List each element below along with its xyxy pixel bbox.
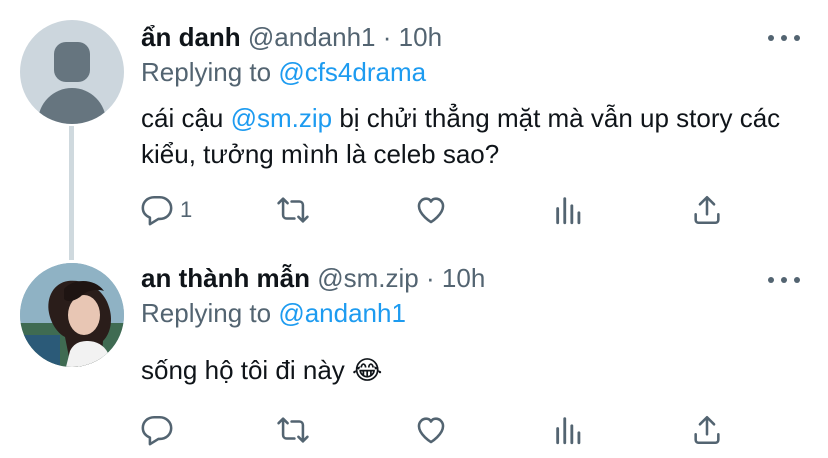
tweet-text: sống hộ tôi đi này 😂 bbox=[141, 355, 383, 385]
analytics-button[interactable] bbox=[552, 410, 586, 450]
more-options-button[interactable] bbox=[768, 28, 800, 48]
replying-prefix: Replying to bbox=[141, 57, 272, 87]
portrait-image bbox=[20, 263, 124, 367]
share-icon bbox=[694, 195, 720, 225]
default-avatar[interactable] bbox=[20, 20, 124, 124]
share-icon bbox=[694, 415, 720, 445]
timestamp[interactable]: 10h bbox=[399, 22, 442, 52]
tweet-text-start: cái cậu bbox=[141, 103, 231, 133]
tweet-anonymous[interactable]: ẩn danh @andanh1 · 10h Replying to @cfs4… bbox=[0, 0, 828, 250]
thread-connector-line bbox=[69, 126, 74, 260]
retweet-button[interactable] bbox=[276, 410, 310, 450]
like-button[interactable] bbox=[414, 190, 448, 230]
avatar-head-shape bbox=[54, 42, 90, 82]
profile-photo-avatar[interactable] bbox=[20, 263, 124, 367]
separator-dot: · bbox=[426, 263, 435, 293]
timestamp[interactable]: 10h bbox=[442, 263, 485, 293]
like-icon bbox=[417, 417, 445, 444]
tweet-actions bbox=[0, 410, 828, 450]
separator-dot: · bbox=[382, 22, 392, 52]
reply-button[interactable] bbox=[140, 410, 174, 450]
display-name[interactable]: an thành mẫn bbox=[141, 263, 310, 293]
tweet-actions: 1 bbox=[0, 190, 828, 230]
user-handle[interactable]: @andanh1 bbox=[248, 22, 376, 52]
analytics-icon bbox=[556, 197, 581, 225]
like-button[interactable] bbox=[414, 410, 448, 450]
reply-icon bbox=[141, 195, 173, 226]
tweet-header: ẩn danh @andanh1 · 10h bbox=[141, 21, 442, 53]
retweet-icon bbox=[277, 417, 309, 443]
share-button[interactable] bbox=[690, 190, 724, 230]
share-button[interactable] bbox=[690, 410, 724, 450]
replying-to-link[interactable]: @cfs4drama bbox=[278, 57, 426, 87]
more-options-button[interactable] bbox=[768, 270, 800, 290]
replying-to-link[interactable]: @andanh1 bbox=[278, 298, 406, 328]
display-name[interactable]: ẩn danh bbox=[141, 22, 241, 52]
user-handle[interactable]: @sm.zip bbox=[317, 263, 419, 293]
replying-prefix: Replying to bbox=[141, 298, 272, 328]
like-icon bbox=[417, 197, 445, 224]
analytics-button[interactable] bbox=[552, 190, 586, 230]
reply-icon bbox=[141, 415, 173, 446]
analytics-icon bbox=[556, 417, 581, 445]
reply-count: 1 bbox=[180, 197, 193, 222]
tweet-header: an thành mẫn @sm.zip · 10h bbox=[141, 262, 485, 294]
avatar-body-shape bbox=[38, 88, 106, 124]
mention-link[interactable]: @sm.zip bbox=[231, 103, 333, 133]
replying-to-line: Replying to @cfs4drama bbox=[141, 56, 426, 88]
tweet-reply[interactable]: an thành mẫn @sm.zip · 10h Replying to @… bbox=[0, 250, 828, 458]
more-icon bbox=[768, 35, 774, 41]
retweet-icon bbox=[277, 197, 309, 223]
reply-button[interactable]: 1 bbox=[140, 190, 192, 230]
more-icon bbox=[768, 277, 774, 283]
tweet-text: cái cậu @sm.zip bị chửi thẳng mặt mà vẫn… bbox=[141, 100, 801, 172]
retweet-button[interactable] bbox=[276, 190, 310, 230]
replying-to-line: Replying to @andanh1 bbox=[141, 297, 406, 329]
